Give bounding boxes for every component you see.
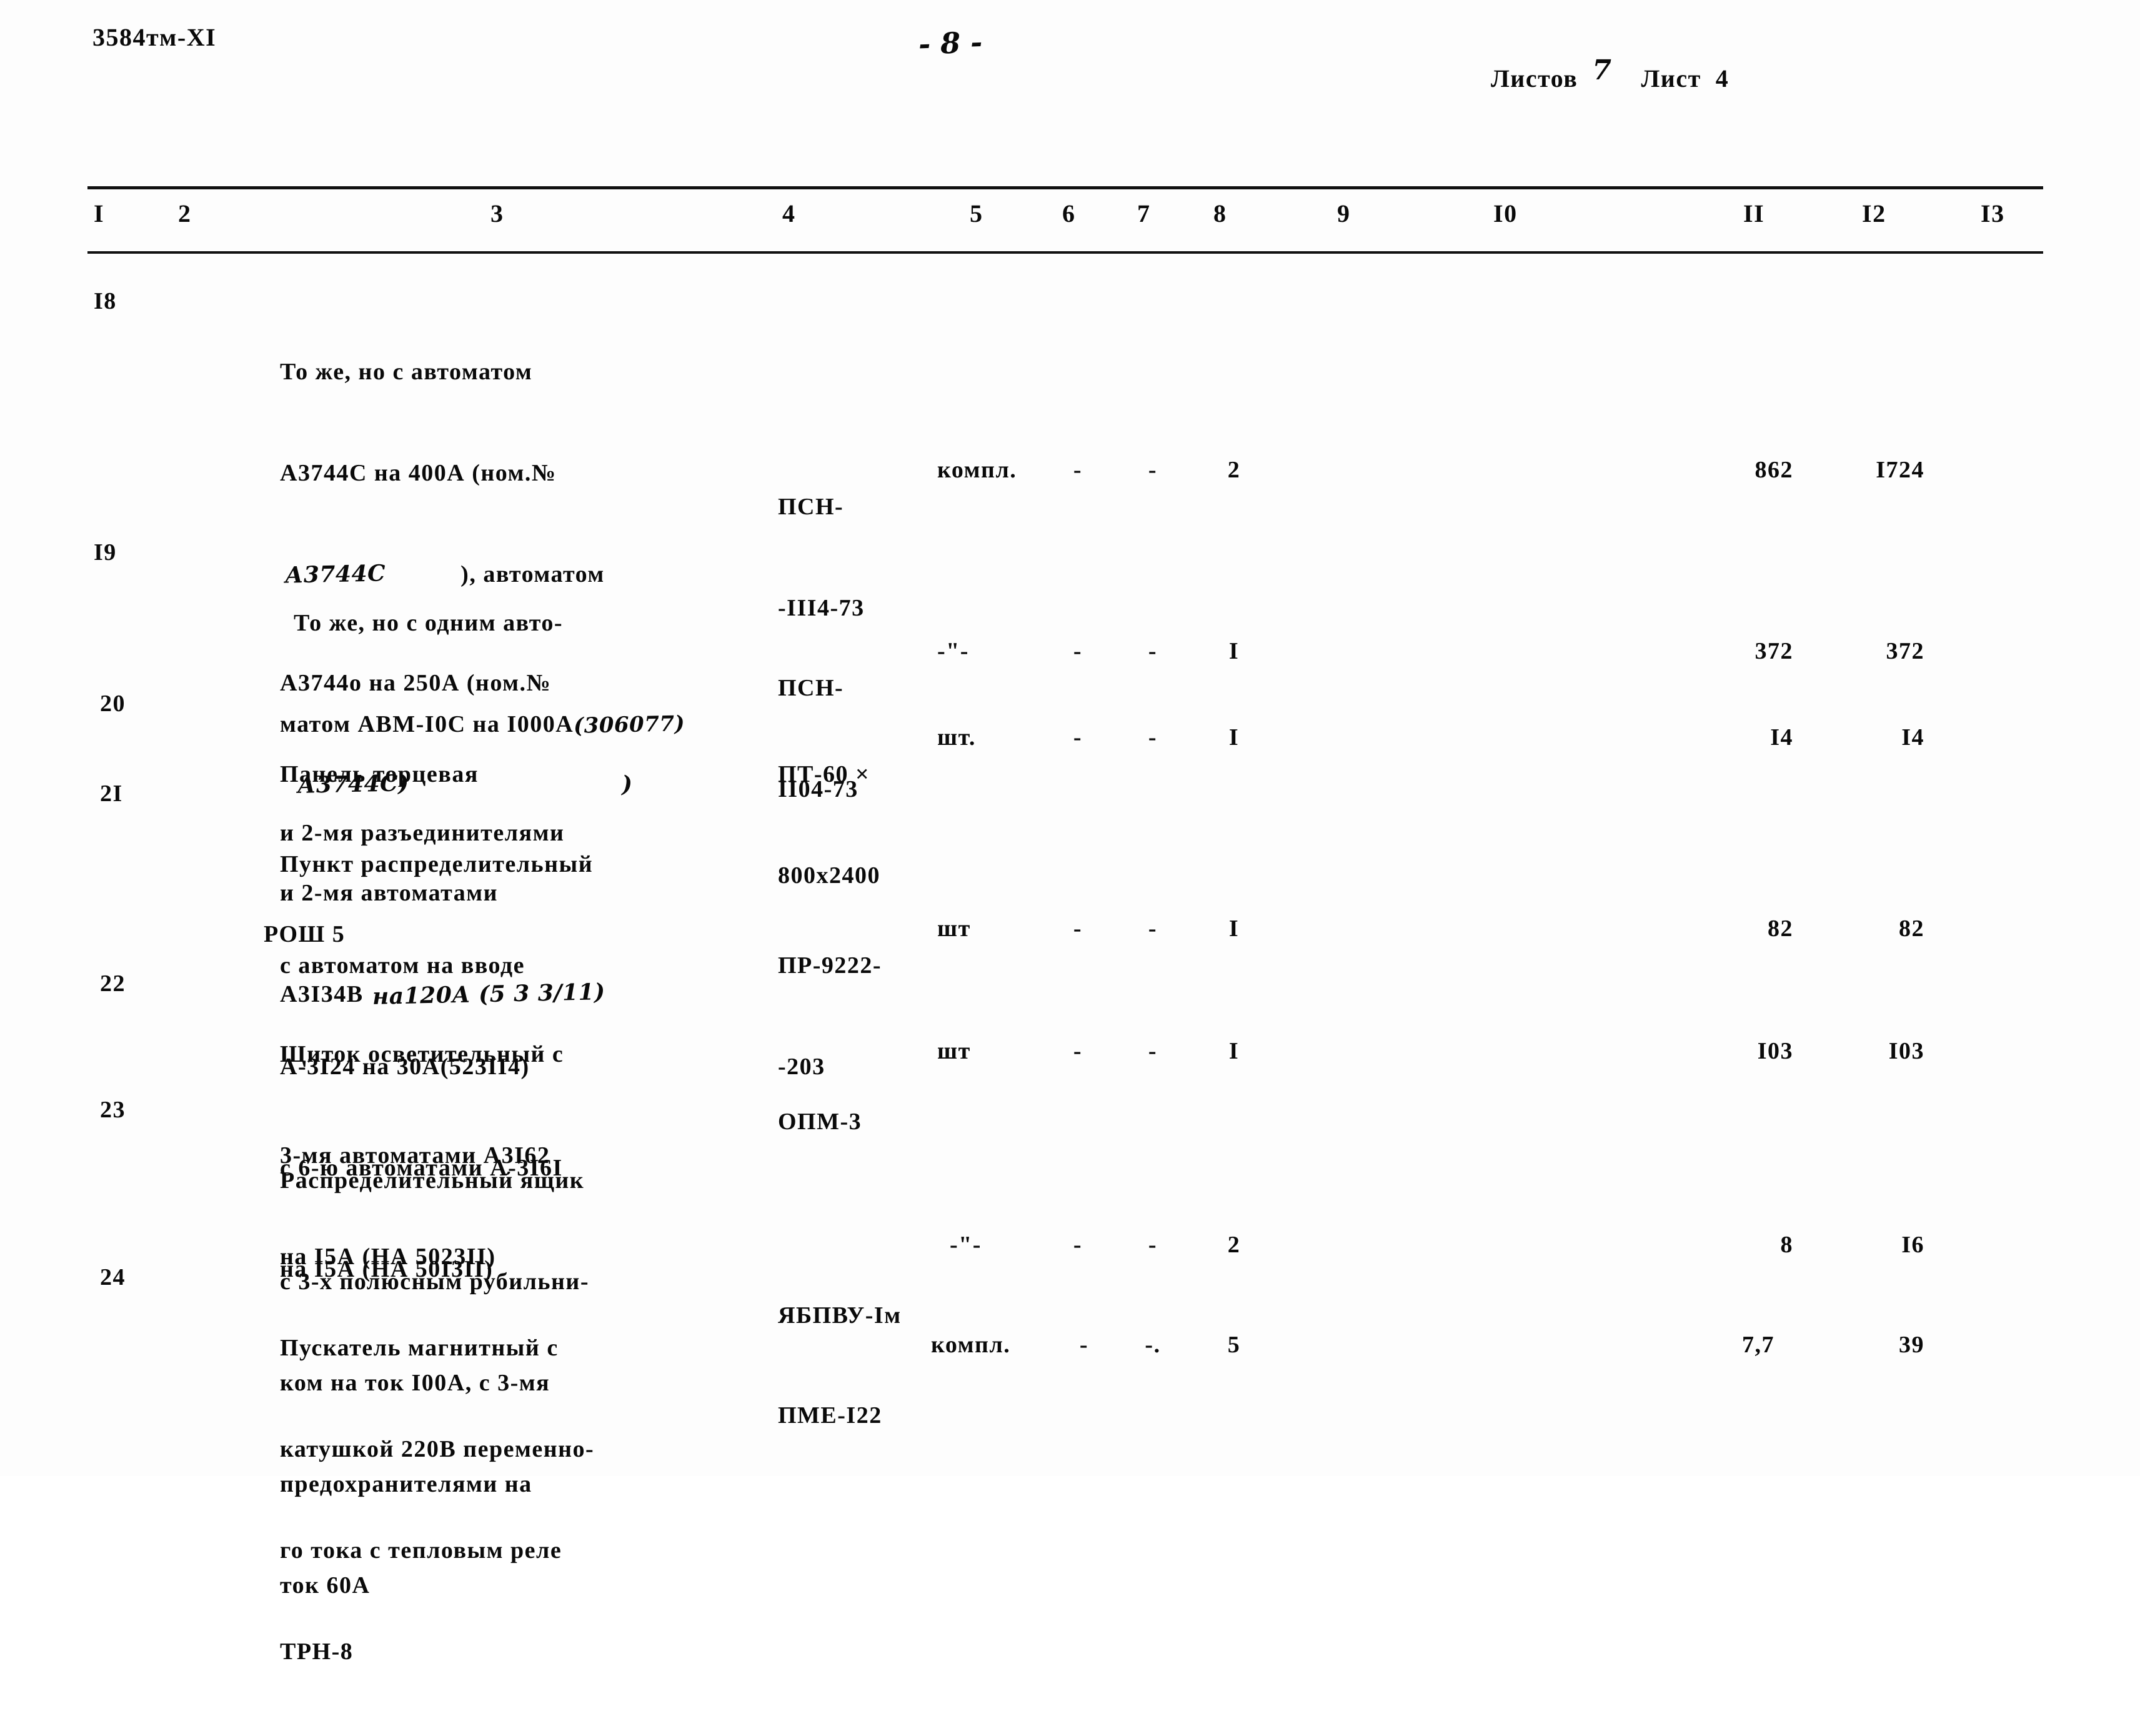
- row-number: 2I: [100, 781, 123, 807]
- desc-line: Пускатель магнитный с: [280, 1335, 559, 1361]
- row-number: I8: [94, 288, 117, 314]
- row-number: 23: [100, 1097, 126, 1123]
- col-header-11: II: [1743, 199, 1765, 227]
- table-header-rule: [87, 251, 2043, 254]
- row-description: Пускатель магнитный с катушкой 220В пере…: [280, 1264, 805, 1736]
- document-page: 3584тм-XI - 8 - Листов 7 Лист 4 I 2 3 4 …: [0, 0, 2140, 1665]
- row-col6: -: [1073, 457, 1083, 483]
- row-col6: -: [1079, 1332, 1089, 1358]
- row-col8: I: [1228, 1038, 1240, 1064]
- row-col6: -: [1073, 1232, 1083, 1258]
- sheet-number: 4: [1715, 64, 1729, 92]
- sheet-label: Лист: [1641, 64, 1701, 92]
- row-col7: -: [1148, 638, 1158, 664]
- desc-line: го тока с тепловым реле: [280, 1537, 562, 1564]
- row-unit: компл.: [937, 457, 1017, 483]
- row-col8: 2: [1227, 457, 1241, 483]
- desc-line: катушкой 220В переменно-: [280, 1436, 595, 1462]
- col-header-10: I0: [1493, 199, 1518, 227]
- row-col12: I6: [1901, 1232, 1924, 1258]
- type-line: ОПМ-3: [778, 1109, 862, 1135]
- row-col12: 39: [1899, 1332, 1924, 1358]
- row-col12: I4: [1901, 724, 1924, 751]
- row-col11: 862: [1754, 457, 1793, 483]
- row-number: 20: [100, 691, 126, 717]
- sheets-count: 7: [1592, 54, 1613, 86]
- desc-line: То же, но с автоматом: [280, 359, 533, 385]
- row-col11: 372: [1754, 638, 1793, 664]
- row-number: I9: [94, 539, 117, 566]
- type-line: ПР-9222-: [778, 952, 882, 979]
- desc-line: ТРН-8: [280, 1639, 354, 1665]
- row-col11: 7,7: [1742, 1332, 1774, 1358]
- row-col12: I03: [1888, 1038, 1924, 1064]
- row-unit: шт.: [937, 724, 976, 751]
- row-number: 22: [100, 970, 126, 997]
- col-header-6: 6: [1062, 199, 1076, 227]
- row-unit: -"-: [937, 638, 969, 664]
- row-col6: -: [1073, 1038, 1083, 1064]
- row-col12: 82: [1899, 915, 1924, 942]
- row-col11: 8: [1780, 1232, 1793, 1258]
- sheet-info: Листов 7 Лист 4: [1462, 32, 1729, 123]
- desc-line: То же, но с одним авто-: [294, 610, 564, 636]
- row-col6: -: [1073, 724, 1083, 751]
- col-header-9: 9: [1337, 199, 1351, 227]
- row-col12: 372: [1886, 638, 1924, 664]
- desc-line: А3744С на 400А (ном.№: [280, 460, 557, 486]
- row-unit: компл.: [931, 1332, 1011, 1358]
- col-header-7: 7: [1137, 199, 1151, 227]
- row-col6: -: [1073, 915, 1083, 942]
- col-header-13: I3: [1981, 199, 2005, 227]
- sheets-label: Листов: [1491, 64, 1578, 92]
- document-code: 3584тм-XI: [92, 23, 217, 51]
- row-col8: I: [1228, 724, 1240, 751]
- desc-line: Пункт распределительный: [280, 851, 594, 877]
- row-col11: I03: [1757, 1038, 1793, 1064]
- table-column-headers: I 2 3 4 5 6 7 8 9 I0 II I2 I3: [0, 199, 2140, 242]
- row-col7: -: [1148, 1038, 1158, 1064]
- type-line: ПТ-60 ×: [778, 761, 870, 787]
- row-number: 24: [100, 1264, 126, 1290]
- row-unit: шт: [937, 1038, 971, 1064]
- row-col11: 82: [1768, 915, 1793, 942]
- col-header-12: I2: [1862, 199, 1886, 227]
- type-line: ПМЕ-I22: [778, 1402, 882, 1429]
- page-number-handwritten: - 8 -: [918, 25, 983, 61]
- type-line: ЯБПВУ-Iм: [778, 1302, 902, 1329]
- row-col12: I724: [1876, 457, 1924, 483]
- row-col7: -: [1148, 915, 1158, 942]
- row-col11: I4: [1770, 724, 1793, 751]
- row-col6: -: [1073, 638, 1083, 664]
- table-top-rule: [87, 186, 2043, 189]
- row-col7: -: [1148, 1232, 1158, 1258]
- col-header-5: 5: [970, 199, 983, 227]
- row-col8: I: [1228, 638, 1240, 664]
- desc-line: Распределительный ящик: [280, 1167, 585, 1194]
- col-header-1: I: [94, 199, 105, 227]
- row-col8: 2: [1227, 1232, 1241, 1258]
- row-col7: -: [1148, 724, 1158, 751]
- desc-line: Щиток осветительный с: [280, 1041, 564, 1067]
- col-header-3: 3: [490, 199, 504, 227]
- row-col8: I: [1228, 915, 1240, 942]
- row-col8: 5: [1227, 1332, 1241, 1358]
- row-unit: шт: [937, 915, 971, 942]
- row-col7: -: [1148, 457, 1158, 483]
- col-header-2: 2: [178, 199, 192, 227]
- type-line: ПСН-: [778, 494, 844, 520]
- col-header-8: 8: [1213, 199, 1227, 227]
- col-header-4: 4: [782, 199, 796, 227]
- row-col7: -.: [1145, 1332, 1161, 1358]
